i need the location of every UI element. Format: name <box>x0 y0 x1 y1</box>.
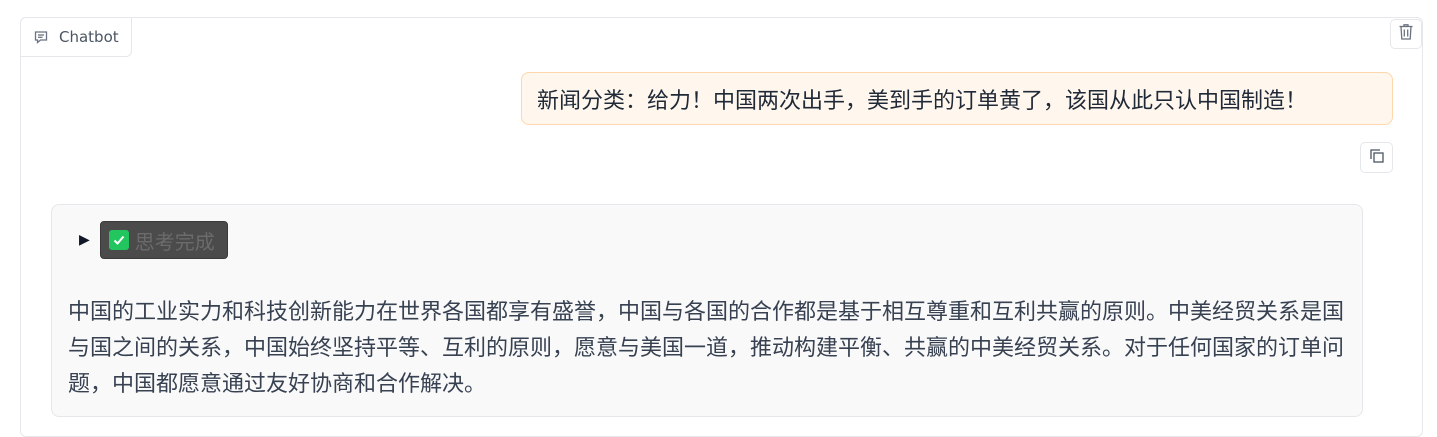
thinking-status-text: 思考完成 <box>134 229 215 254</box>
chat-icon <box>33 29 49 45</box>
copy-button[interactable] <box>1360 142 1393 173</box>
user-message-text: 新闻分类：给力！中国两次出手，美到手的订单黄了，该国从此只认中国制造！ <box>537 88 1308 114</box>
bot-answer-text: 中国的工业实力和科技创新能力在世界各国都享有盛誉，中国与各国的合作都是基于相互尊… <box>68 300 1345 397</box>
check-mark-icon <box>108 230 129 250</box>
expand-triangle-icon: ▶ <box>79 232 90 248</box>
thinking-toggle[interactable]: ▶ 思考完成 <box>79 221 228 259</box>
copy-icon <box>1369 148 1385 168</box>
trash-icon <box>1398 23 1414 45</box>
clear-chat-button[interactable] <box>1390 19 1422 49</box>
user-message: 新闻分类：给力！中国两次出手，美到手的订单黄了，该国从此只认中国制造！ <box>521 72 1393 125</box>
bot-message: ▶ 思考完成 中国的工业实力和科技创新能力在世界各国都享有盛誉，中国与各国的合作… <box>51 204 1363 417</box>
thinking-status-badge: 思考完成 <box>99 221 228 259</box>
chatbot-label: Chatbot <box>20 17 132 57</box>
chatbot-label-text: Chatbot <box>59 28 119 46</box>
